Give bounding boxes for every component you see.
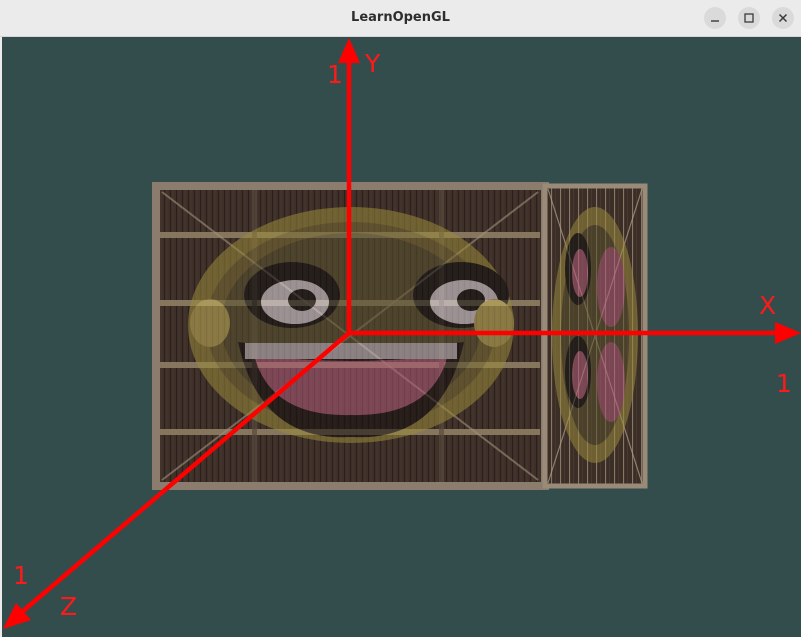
maximize-button[interactable] xyxy=(738,7,760,29)
y-axis-unit-label: 1 xyxy=(327,60,343,89)
title-bar[interactable]: LearnOpenGL xyxy=(0,0,801,37)
gl-viewport[interactable]: Y 1 X 1 Z 1 xyxy=(2,37,801,637)
app-window: LearnOpenGL Y 1 X 1 Z 1 xyxy=(0,0,801,637)
x-axis-label: X xyxy=(759,291,777,320)
z-axis-label: Z xyxy=(60,592,78,621)
textured-quad xyxy=(152,182,648,490)
maximize-icon xyxy=(744,13,754,23)
coordinate-axes xyxy=(3,38,801,629)
x-axis-unit-label: 1 xyxy=(776,369,792,398)
scene-canvas xyxy=(3,38,801,629)
y-axis-label: Y xyxy=(365,49,381,78)
close-button[interactable] xyxy=(772,7,794,29)
z-axis-unit-label: 1 xyxy=(13,561,29,590)
minimize-icon xyxy=(711,20,719,22)
x-axis-arrowhead xyxy=(775,322,801,344)
close-icon xyxy=(778,13,788,23)
window-title: LearnOpenGL xyxy=(351,10,450,25)
minimize-button[interactable] xyxy=(704,7,726,29)
